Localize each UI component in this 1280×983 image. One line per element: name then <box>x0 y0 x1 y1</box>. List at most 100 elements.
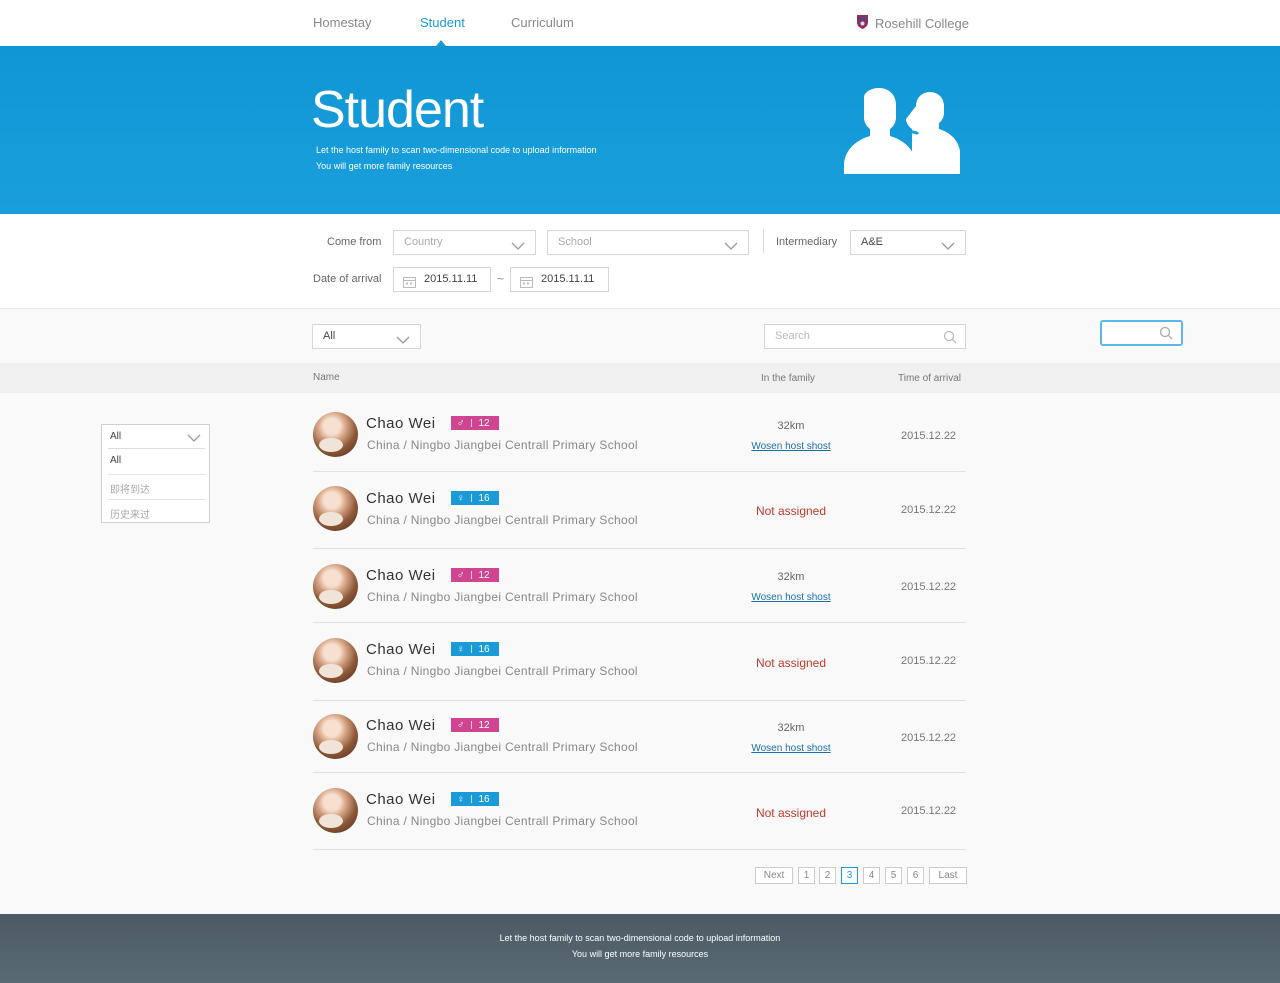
female-icon: ♀ <box>457 643 465 655</box>
pagination-page-2[interactable]: 2 <box>819 867 836 884</box>
arrival-date: 2015.12.22 <box>901 581 957 593</box>
host-family-link[interactable]: Wosen host shost <box>741 441 841 452</box>
calendar-icon <box>520 274 533 297</box>
table-row[interactable]: Chao Wei ♂ 12 China / Ningbo Jiangbei Cen… <box>313 701 966 773</box>
age: 16 <box>478 793 490 805</box>
date-from-field[interactable]: 2015.11.11 <box>393 267 491 292</box>
hero-banner: Student Let the host family to scan two-… <box>0 46 1280 214</box>
hero-subtitle-2: You will get more family resources <box>316 161 453 171</box>
college-link[interactable]: Rosehill College <box>856 14 969 33</box>
gender-age-badge: ♂ 12 <box>451 568 499 582</box>
host-family-link[interactable]: Wosen host shost <box>741 743 841 754</box>
male-icon: ♂ <box>457 569 465 581</box>
dropdown-option[interactable]: 即将到达 <box>110 481 206 496</box>
filter-panel: Come from Country School Intermediary A&… <box>0 214 1280 309</box>
not-assigned-status: Not assigned <box>755 806 827 820</box>
header-in-family: In the family <box>761 373 815 384</box>
student-origin: China / Ningbo Jiangbei Centrall Primary… <box>367 590 638 604</box>
footer: Let the host family to scan two-dimensio… <box>0 914 1280 983</box>
header-name: Name <box>313 372 340 383</box>
student-origin: China / Ningbo Jiangbei Centrall Primary… <box>367 438 638 452</box>
intermediary-select[interactable]: A&E <box>850 230 966 255</box>
date-to-value: 2015.11.11 <box>541 273 595 285</box>
come-from-label: Come from <box>327 236 382 248</box>
search-placeholder: Search <box>775 330 810 342</box>
footer-line-2: You will get more family resources <box>571 949 709 959</box>
student-origin: China / Ningbo Jiangbei Centrall Primary… <box>367 513 638 527</box>
arrival-date: 2015.12.22 <box>901 732 957 744</box>
search-icon[interactable] <box>1159 326 1173 345</box>
calendar-icon <box>403 274 416 297</box>
status-dropdown-expanded[interactable]: All All 即将到达 历史来过 <box>101 424 210 523</box>
student-avatar <box>313 714 358 759</box>
chevron-down-icon <box>724 237 738 260</box>
student-name: Chao Wei <box>366 415 436 432</box>
student-avatar <box>313 564 358 609</box>
female-icon: ♀ <box>457 793 465 805</box>
search-input[interactable]: Search <box>764 324 966 349</box>
school-placeholder: School <box>558 236 592 248</box>
students-icon <box>842 88 964 179</box>
chevron-down-icon <box>187 430 201 448</box>
college-name: Rosehill College <box>875 16 969 31</box>
pagination-page-4[interactable]: 4 <box>863 867 880 884</box>
search-input-focused[interactable] <box>1100 320 1183 346</box>
student-avatar <box>313 788 358 833</box>
male-icon: ♂ <box>457 417 465 429</box>
student-name: Chao Wei <box>366 567 436 584</box>
not-assigned-status: Not assigned <box>755 656 827 670</box>
arrival-date: 2015.12.22 <box>901 655 957 667</box>
gender-age-badge: ♂ 12 <box>451 416 499 430</box>
host-family-link[interactable]: Wosen host shost <box>741 592 841 603</box>
dropdown-option[interactable]: All <box>110 455 206 466</box>
student-name: Chao Wei <box>366 717 436 734</box>
student-name: Chao Wei <box>366 641 436 658</box>
pagination-page-3-current[interactable]: 3 <box>841 867 858 884</box>
hero-subtitle-1: Let the host family to scan two-dimensio… <box>316 145 597 155</box>
school-select[interactable]: School <box>547 230 749 255</box>
nav-homestay[interactable]: Homestay <box>313 15 372 30</box>
student-name: Chao Wei <box>366 791 436 808</box>
student-avatar <box>313 412 358 457</box>
status-filter-select[interactable]: All <box>312 324 421 349</box>
student-origin: China / Ningbo Jiangbei Centrall Primary… <box>367 664 638 678</box>
student-origin: China / Ningbo Jiangbei Centrall Primary… <box>367 740 638 754</box>
pagination-next-button[interactable]: Next <box>755 867 793 884</box>
host-distance: 32km <box>777 722 805 734</box>
search-icon[interactable] <box>943 330 957 353</box>
age: 12 <box>478 719 490 731</box>
table-row[interactable]: Chao Wei ♂ 12 China / Ningbo Jiangbei Cen… <box>313 549 966 623</box>
intermediary-value: A&E <box>861 236 884 248</box>
table-row[interactable]: Chao Wei ♀ 16 China / Ningbo Jiangbei Cen… <box>313 623 966 701</box>
pagination-page-1[interactable]: 1 <box>798 867 815 884</box>
age: 16 <box>478 492 490 504</box>
chevron-down-icon <box>941 237 955 260</box>
not-assigned-status: Not assigned <box>755 504 827 518</box>
page-title: Student <box>311 81 484 139</box>
male-icon: ♂ <box>457 719 465 731</box>
student-origin: China / Ningbo Jiangbei Centrall Primary… <box>367 814 638 828</box>
age: 12 <box>478 417 490 429</box>
date-range-separator: ~ <box>497 272 505 286</box>
host-distance: 32km <box>777 571 805 583</box>
arrival-date: 2015.12.22 <box>901 805 957 817</box>
pagination-page-6[interactable]: 6 <box>907 867 924 884</box>
date-to-field[interactable]: 2015.11.11 <box>510 267 609 292</box>
table-row[interactable]: Chao Wei ♂ 12 China / Ningbo Jiangbei Cen… <box>313 393 966 472</box>
arrival-date: 2015.12.22 <box>901 504 957 516</box>
dropdown-option[interactable]: 历史来过 <box>110 506 206 521</box>
nav-curriculum[interactable]: Curriculum <box>511 15 574 30</box>
country-select[interactable]: Country <box>393 230 536 255</box>
female-icon: ♀ <box>457 492 465 504</box>
table-row[interactable]: Chao Wei ♀ 16 China / Ningbo Jiangbei Cen… <box>313 472 966 549</box>
nav-student[interactable]: Student <box>420 15 465 30</box>
date-of-arrival-label: Date of arrival <box>313 273 382 285</box>
chevron-down-icon <box>511 237 525 260</box>
country-placeholder: Country <box>404 236 443 248</box>
pagination-last-button[interactable]: Last <box>929 867 967 884</box>
pagination-page-5[interactable]: 5 <box>885 867 902 884</box>
top-nav: Homestay Student Curriculum Rosehill Col… <box>0 0 1280 46</box>
gender-age-badge: ♀ 16 <box>451 792 499 806</box>
age: 12 <box>478 569 490 581</box>
table-row[interactable]: Chao Wei ♀ 16 China / Ningbo Jiangbei Cen… <box>313 773 966 850</box>
